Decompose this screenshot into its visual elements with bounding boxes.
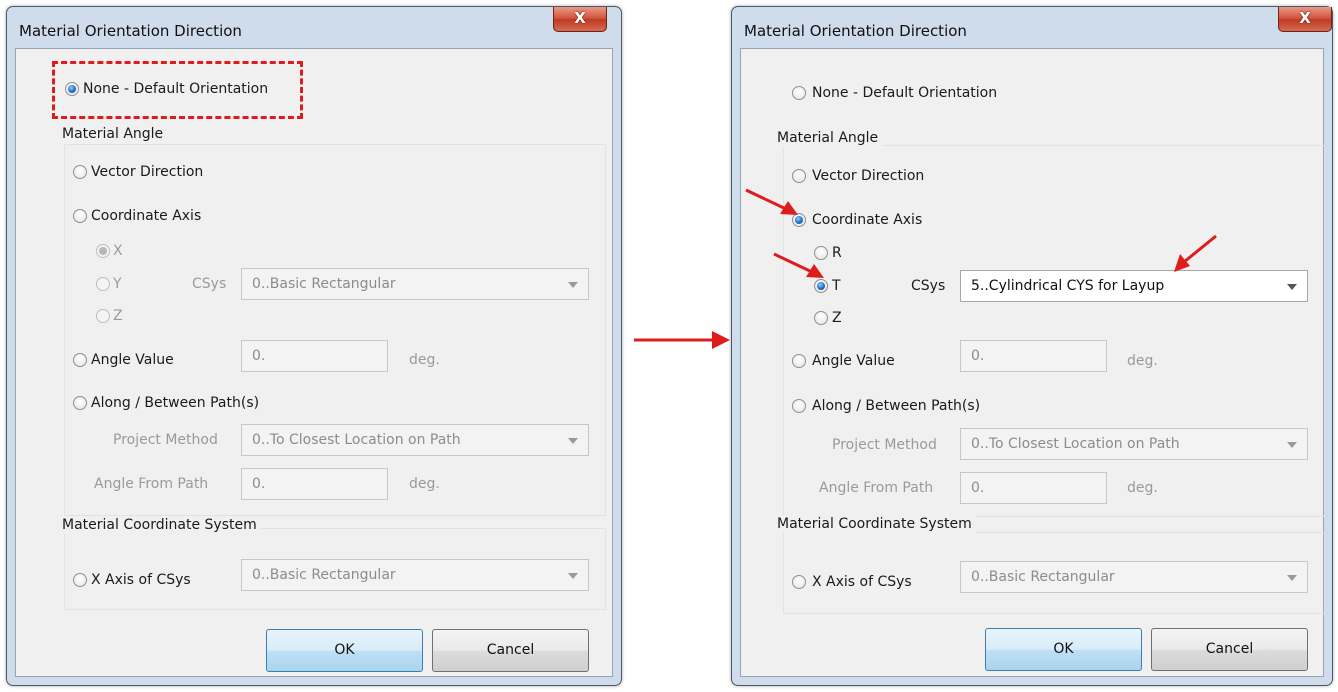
dropdown-project-method-value: 0..To Closest Location on Path xyxy=(252,432,461,448)
group-title-material-cs: Material Coordinate System xyxy=(62,516,261,534)
chevron-down-icon xyxy=(1287,284,1297,290)
chevron-down-icon xyxy=(1287,575,1297,581)
input-angle-value-text: 0. xyxy=(971,348,985,364)
label-csys: CSys xyxy=(192,276,227,292)
close-icon: X xyxy=(1299,9,1311,27)
chevron-down-icon xyxy=(568,438,578,444)
close-icon: X xyxy=(574,9,586,27)
label-vector-direction[interactable]: Vector Direction xyxy=(91,163,203,181)
label-angle-from-path: Angle From Path xyxy=(94,476,209,492)
dropdown-x-axis-csys[interactable]: 0..Basic Rectangular xyxy=(960,561,1308,593)
dropdown-csys-value: 5..Cylindrical CYS for Layup xyxy=(971,278,1165,294)
dropdown-project-method-value: 0..To Closest Location on Path xyxy=(971,436,1180,452)
label-none-default[interactable]: None - Default Orientation xyxy=(812,84,997,102)
radio-axis-x[interactable] xyxy=(96,244,110,258)
dropdown-csys-value: 0..Basic Rectangular xyxy=(252,276,396,292)
radio-none-default[interactable] xyxy=(792,86,806,100)
ok-button[interactable]: OK xyxy=(266,629,423,672)
radio-axis-z[interactable] xyxy=(96,309,110,323)
annotation-arrow-icon xyxy=(1174,234,1217,272)
close-button[interactable]: X xyxy=(553,7,607,32)
label-along-path[interactable]: Along / Between Path(s) xyxy=(812,397,980,415)
radio-axis-y[interactable] xyxy=(96,277,110,291)
dialog-client: None - Default Orientation Material Angl… xyxy=(740,48,1325,677)
input-angle-value[interactable]: 0. xyxy=(241,340,388,372)
radio-coordinate-axis[interactable] xyxy=(73,209,87,223)
input-angle-from-path[interactable]: 0. xyxy=(241,468,388,500)
label-along-path[interactable]: Along / Between Path(s) xyxy=(91,394,259,412)
title-bar: Material Orientation Direction X xyxy=(7,7,621,47)
label-axis-z: Z xyxy=(113,308,123,324)
radio-along-path[interactable] xyxy=(792,399,806,413)
label-csys: CSys xyxy=(911,278,946,294)
radio-vector-direction[interactable] xyxy=(792,169,806,183)
input-angle-value-text: 0. xyxy=(252,348,266,364)
annotation-arrow-icon xyxy=(745,188,798,215)
cancel-button[interactable]: Cancel xyxy=(432,629,589,672)
chevron-down-icon xyxy=(568,573,578,579)
dropdown-csys[interactable]: 0..Basic Rectangular xyxy=(241,268,589,300)
label-axis-x: X xyxy=(113,243,123,259)
dropdown-project-method[interactable]: 0..To Closest Location on Path xyxy=(960,428,1308,460)
input-angle-value[interactable]: 0. xyxy=(960,340,1107,372)
dialog-right: Material Orientation Direction X None - … xyxy=(731,6,1333,686)
cancel-button[interactable]: Cancel xyxy=(1151,628,1308,671)
close-button[interactable]: X xyxy=(1278,7,1332,32)
radio-x-axis-csys[interactable] xyxy=(73,573,87,587)
title-bar: Material Orientation Direction X xyxy=(732,7,1332,47)
dropdown-csys[interactable]: 5..Cylindrical CYS for Layup xyxy=(960,270,1308,302)
label-coordinate-axis[interactable]: Coordinate Axis xyxy=(812,211,922,229)
label-angle-value[interactable]: Angle Value xyxy=(812,352,895,370)
radio-along-path[interactable] xyxy=(73,396,87,410)
radio-angle-value[interactable] xyxy=(73,353,87,367)
group-title-material-angle: Material Angle xyxy=(777,129,883,147)
label-axis-r: R xyxy=(832,245,842,261)
annotation-arrow-icon xyxy=(773,252,824,278)
label-axis-t: T xyxy=(832,278,841,294)
label-angle-value[interactable]: Angle Value xyxy=(91,351,174,369)
dropdown-project-method[interactable]: 0..To Closest Location on Path xyxy=(241,424,589,456)
label-angle-from-path: Angle From Path xyxy=(819,480,934,496)
transition-arrow-icon xyxy=(634,331,730,349)
ok-button[interactable]: OK xyxy=(985,628,1142,671)
input-angle-from-path-text: 0. xyxy=(971,480,985,496)
chevron-down-icon xyxy=(1287,442,1297,448)
dropdown-x-axis-csys[interactable]: 0..Basic Rectangular xyxy=(241,559,589,591)
dropdown-x-axis-csys-value: 0..Basic Rectangular xyxy=(252,567,396,583)
group-title-material-cs: Material Coordinate System xyxy=(777,515,976,533)
highlight-box-none-option xyxy=(52,61,303,119)
chevron-down-icon xyxy=(568,282,578,288)
dropdown-x-axis-csys-value: 0..Basic Rectangular xyxy=(971,569,1115,585)
radio-axis-z[interactable] xyxy=(814,311,828,325)
label-vector-direction[interactable]: Vector Direction xyxy=(812,167,924,185)
input-angle-from-path-text: 0. xyxy=(252,476,266,492)
label-project-method: Project Method xyxy=(113,432,218,448)
label-angle-unit: deg. xyxy=(409,352,440,368)
label-angle-from-path-unit: deg. xyxy=(1127,480,1158,496)
label-project-method: Project Method xyxy=(832,437,937,453)
label-angle-unit: deg. xyxy=(1127,353,1158,369)
radio-angle-value[interactable] xyxy=(792,354,806,368)
group-material-angle xyxy=(64,144,606,516)
dialog-title: Material Orientation Direction xyxy=(19,22,242,40)
radio-vector-direction[interactable] xyxy=(73,165,87,179)
input-angle-from-path[interactable]: 0. xyxy=(960,472,1107,504)
label-axis-z: Z xyxy=(832,310,842,326)
label-x-axis-csys[interactable]: X Axis of CSys xyxy=(91,571,191,589)
label-coordinate-axis[interactable]: Coordinate Axis xyxy=(91,207,201,225)
group-material-angle xyxy=(783,145,1325,517)
group-title-material-angle: Material Angle xyxy=(62,125,168,143)
label-axis-y: Y xyxy=(113,276,122,292)
radio-x-axis-csys[interactable] xyxy=(792,575,806,589)
dialog-client: None - Default Orientation Material Angl… xyxy=(15,48,613,677)
label-angle-from-path-unit: deg. xyxy=(409,476,440,492)
label-x-axis-csys[interactable]: X Axis of CSys xyxy=(812,573,912,591)
dialog-title: Material Orientation Direction xyxy=(744,22,967,40)
